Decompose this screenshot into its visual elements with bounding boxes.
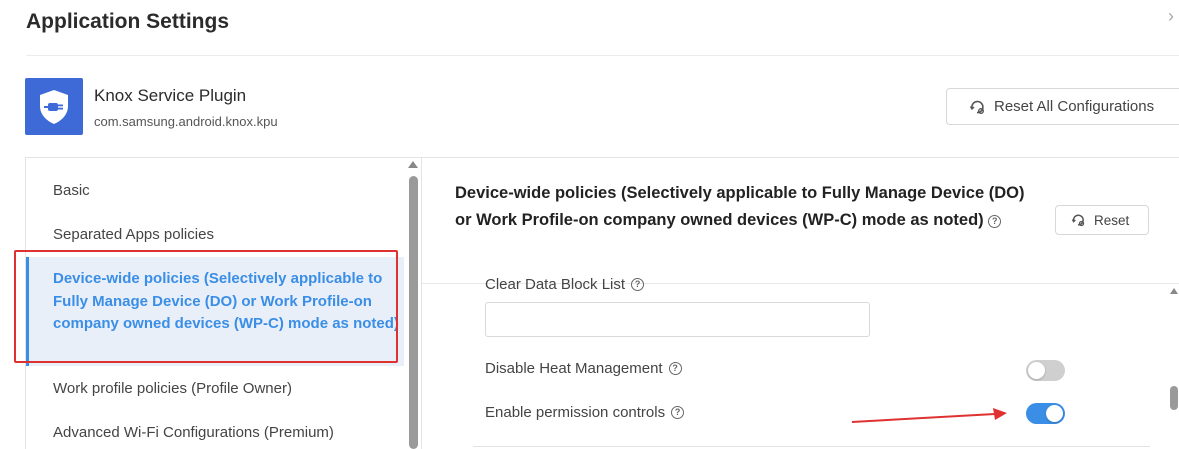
annotation-highlight-box <box>14 250 398 363</box>
help-icon[interactable]: ? <box>668 362 682 375</box>
app-package-name: com.samsung.android.knox.kpu <box>94 114 278 129</box>
divider <box>26 55 1179 56</box>
reset-all-label: Reset All Configurations <box>994 98 1155 115</box>
field-label-text: Disable Heat Management <box>485 360 663 377</box>
field-label-text: Clear Data Block List <box>485 276 626 293</box>
reset-gear-icon <box>969 100 984 114</box>
reset-label: Reset <box>1094 212 1130 228</box>
help-icon[interactable]: ? <box>988 214 1002 228</box>
scroll-up-arrow-icon[interactable] <box>1170 288 1178 294</box>
content-scrollbar[interactable] <box>1170 386 1178 410</box>
divider <box>422 157 1179 158</box>
sidebar-item-advanced-wifi[interactable]: Advanced Wi-Fi Configurations (Premium) <box>26 424 404 441</box>
clear-data-block-list-label: Clear Data Block List ? <box>485 276 645 293</box>
toggle-knob <box>1046 405 1063 422</box>
enable-permission-controls-label: Enable permission controls ? <box>485 404 685 421</box>
section-title-text: Device-wide policies (Selectively applic… <box>455 184 1025 229</box>
field-label-text: Enable permission controls <box>485 404 666 421</box>
shield-plug-icon <box>40 89 68 124</box>
annotation-arrow-icon <box>851 408 1007 423</box>
scroll-up-arrow-icon[interactable] <box>408 161 418 168</box>
chevron-right-icon[interactable]: › <box>1168 6 1174 27</box>
help-icon[interactable]: ? <box>671 406 685 419</box>
reset-gear-icon <box>1071 214 1085 227</box>
enable-permission-controls-toggle[interactable] <box>1026 403 1065 424</box>
reset-button[interactable]: Reset <box>1055 205 1149 235</box>
disable-heat-management-toggle[interactable] <box>1026 360 1065 381</box>
divider <box>473 446 1150 447</box>
section-title: Device-wide policies (Selectively applic… <box>455 180 1030 233</box>
clear-data-block-list-input[interactable] <box>485 302 870 337</box>
sidebar-item-basic[interactable]: Basic <box>26 182 404 199</box>
disable-heat-management-label: Disable Heat Management ? <box>485 360 682 377</box>
page-title: Application Settings <box>26 10 230 33</box>
sidebar-scrollbar[interactable] <box>409 176 418 449</box>
app-icon <box>25 78 83 135</box>
app-name: Knox Service Plugin <box>94 86 247 105</box>
help-icon[interactable]: ? <box>631 278 645 291</box>
toggle-knob <box>1028 362 1045 379</box>
sidebar-item-work-profile[interactable]: Work profile policies (Profile Owner) <box>26 380 404 397</box>
reset-all-configurations-button[interactable]: Reset All Configurations <box>946 88 1179 125</box>
sidebar-item-separated-apps[interactable]: Separated Apps policies <box>26 226 404 243</box>
